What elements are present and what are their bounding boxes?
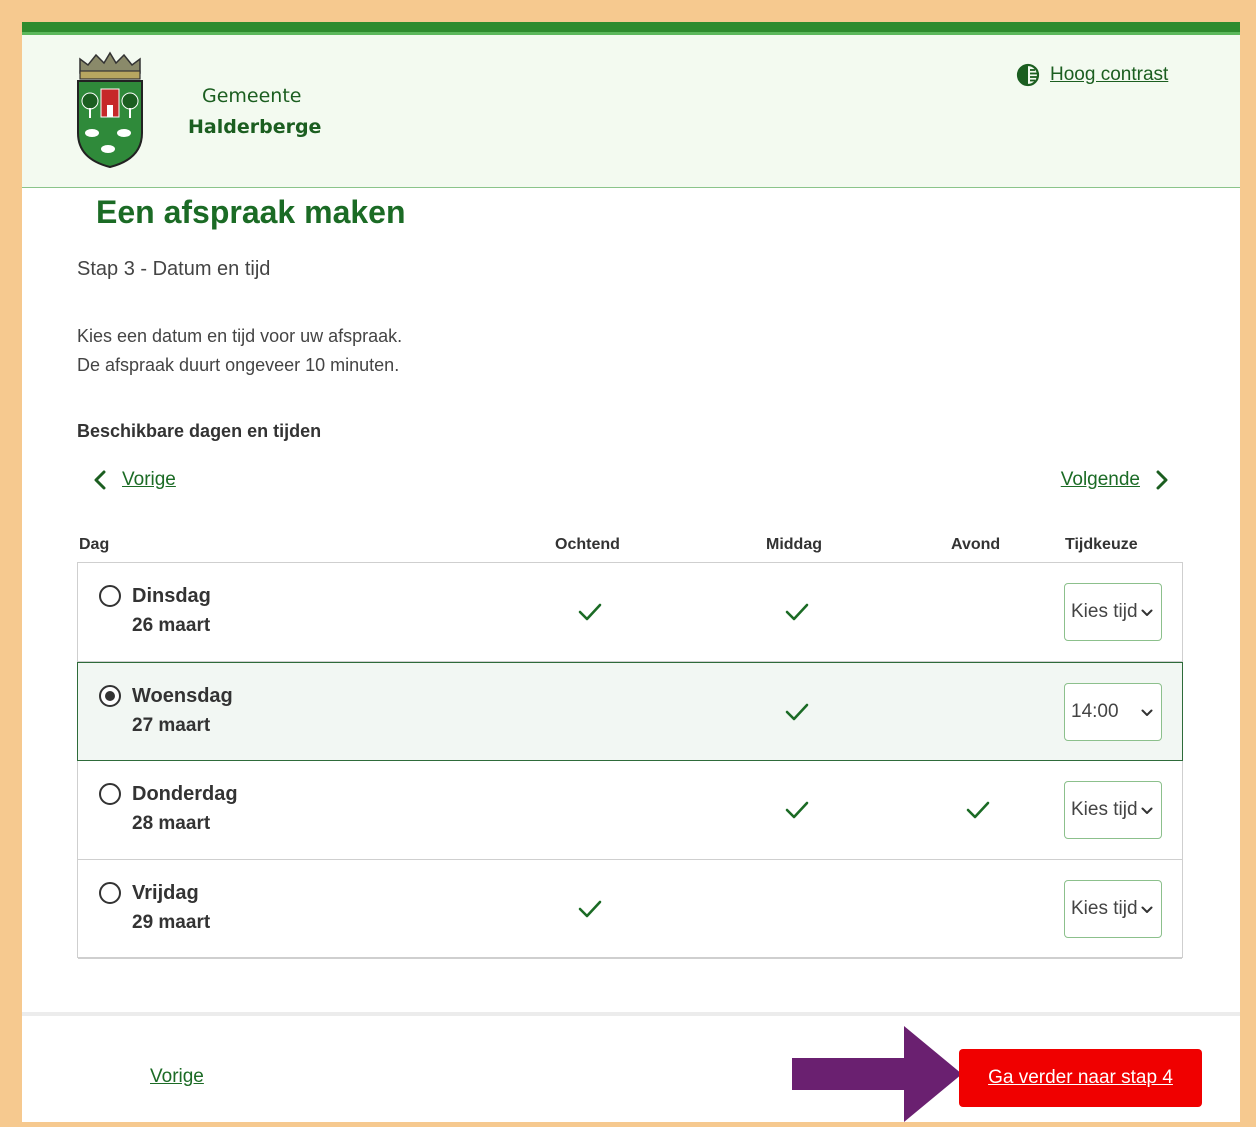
column-header-dag: Dag — [79, 536, 110, 553]
next-step-button[interactable]: Ga verder naar stap 4 — [959, 1049, 1202, 1107]
time-select-value: Kies tijd — [1071, 799, 1138, 820]
radio-selected-dot — [105, 691, 115, 701]
table-row[interactable]: Donderdag 28 maart Kies tijd — [78, 761, 1182, 860]
day-radio[interactable] — [99, 585, 121, 607]
day-date: 27 maart — [132, 715, 211, 736]
contrast-icon — [1016, 63, 1040, 87]
previous-week-nav[interactable]: Vorige — [92, 469, 176, 491]
day-radio[interactable] — [99, 685, 121, 707]
chevron-left-icon — [94, 470, 106, 490]
chevron-down-icon — [1141, 898, 1153, 920]
availability-table: Dinsdag 26 maart Kies tijd Woensdag 27 maart… — [77, 562, 1183, 959]
municipal-crest-icon[interactable] — [74, 51, 146, 169]
table-row[interactable]: Dinsdag 26 maart Kies tijd — [78, 563, 1182, 662]
day-name: Donderdag — [132, 783, 238, 805]
day-date: 29 maart — [132, 912, 211, 933]
next-week-link[interactable]: Volgende — [1061, 469, 1140, 491]
chevron-down-icon — [1141, 701, 1153, 723]
day-date: 28 maart — [132, 813, 211, 834]
time-select-value: Kies tijd — [1071, 601, 1138, 622]
column-header-avond: Avond — [951, 536, 1001, 553]
chevron-down-icon — [1141, 601, 1153, 623]
check-icon — [577, 601, 603, 623]
day-radio[interactable] — [99, 882, 121, 904]
column-header-ochtend: Ochtend — [555, 536, 620, 553]
check-icon — [784, 799, 810, 821]
day-name: Woensdag — [132, 685, 233, 707]
day-date: 26 maart — [132, 615, 211, 636]
high-contrast-link[interactable]: Hoog contrast — [1050, 64, 1168, 86]
check-icon — [784, 701, 810, 723]
previous-step-link[interactable]: Vorige — [150, 1066, 204, 1088]
check-icon — [965, 799, 991, 821]
brand-line-2: Halderberge — [188, 116, 322, 138]
brand-line-1: Gemeente — [202, 85, 302, 107]
intro-text-line-2: De afspraak duurt ongeveer 10 minuten. — [77, 355, 400, 375]
time-select-value: Kies tijd — [1071, 898, 1138, 919]
time-select[interactable]: 14:00 — [1064, 683, 1162, 741]
site-header: Gemeente Halderberge Hoog contrast — [22, 35, 1240, 188]
previous-week-link[interactable]: Vorige — [122, 469, 176, 491]
column-header-middag: Middag — [766, 536, 822, 553]
table-row[interactable]: Woensdag 27 maart 14:00 — [77, 662, 1183, 761]
step-indicator: Stap 3 - Datum en tijd — [77, 258, 271, 280]
table-row[interactable]: Vrijdag 29 maart Kies tijd — [78, 860, 1182, 959]
check-icon — [577, 898, 603, 920]
column-header-tijdkeuze: Tijdkeuze — [1065, 536, 1138, 553]
chevron-down-icon — [1141, 799, 1153, 821]
check-icon — [784, 601, 810, 623]
time-select[interactable]: Kies tijd — [1064, 880, 1162, 938]
top-accent-bar — [22, 22, 1240, 35]
time-select[interactable]: Kies tijd — [1064, 781, 1162, 839]
page-frame: Gemeente Halderberge Hoog contrast Een a… — [22, 22, 1240, 1122]
intro-text-line-1: Kies een datum en tijd voor uw afspraak. — [77, 326, 403, 346]
day-name: Dinsdag — [132, 585, 211, 607]
high-contrast-toggle[interactable]: Hoog contrast — [1016, 63, 1168, 87]
page-title: Een afspraak maken — [96, 194, 406, 230]
day-name: Vrijdag — [132, 882, 199, 904]
next-week-nav[interactable]: Volgende — [1061, 469, 1170, 491]
chevron-right-icon — [1156, 470, 1168, 490]
time-select-value: 14:00 — [1071, 701, 1119, 722]
available-heading: Beschikbare dagen en tijden — [77, 421, 322, 441]
form-footer: Vorige Ga verder naar stap 4 — [22, 1012, 1240, 1122]
time-select[interactable]: Kies tijd — [1064, 583, 1162, 641]
day-radio[interactable] — [99, 783, 121, 805]
arrow-right-icon — [792, 1026, 962, 1122]
